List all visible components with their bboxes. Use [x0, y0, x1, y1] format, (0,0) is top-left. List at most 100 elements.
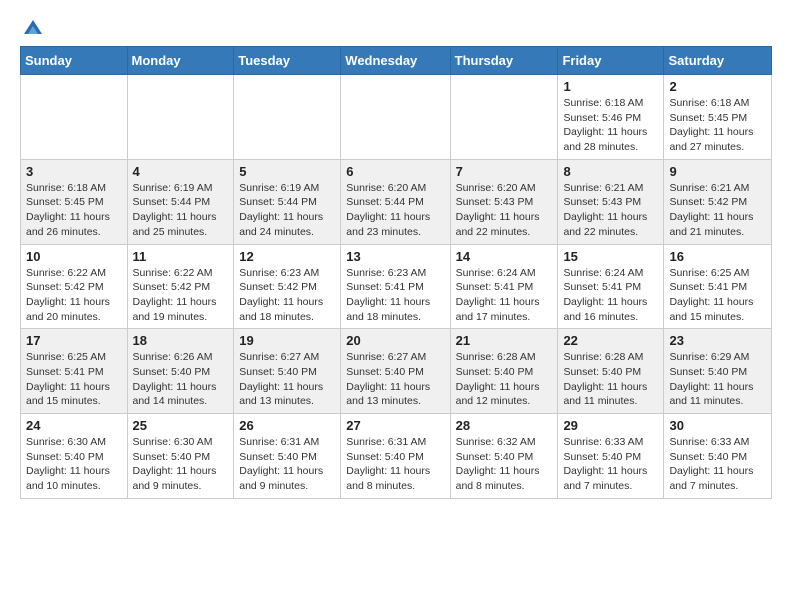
- calendar-cell: 8Sunrise: 6:21 AMSunset: 5:43 PMDaylight…: [558, 159, 664, 244]
- day-number: 14: [456, 249, 553, 264]
- calendar-cell: 24 Sunrise: 6:30 AMSunset: 5:40 PMDayligh…: [21, 414, 128, 499]
- day-info: Sunrise: 6:25 AMSunset: 5:41 PMDaylight:…: [669, 267, 753, 323]
- day-info: Sunrise: 6:18 AMSunset: 5:46 PMDaylight:…: [563, 97, 647, 153]
- day-info: Sunrise: 6:21 AMSunset: 5:43 PMDaylight:…: [563, 182, 647, 238]
- calendar-cell: 2 Sunrise: 6:18 AMSunset: 5:45 PMDaylight…: [664, 75, 772, 160]
- calendar-header-tuesday: Tuesday: [234, 47, 341, 75]
- day-info: Sunrise: 6:24 AMSunset: 5:41 PMDaylight:…: [456, 267, 540, 323]
- day-number: 1: [563, 79, 658, 94]
- day-number: 6: [346, 164, 444, 179]
- day-number: 2: [669, 79, 766, 94]
- calendar-cell: 27 Sunrise: 6:31 AMSunset: 5:40 PMDayligh…: [341, 414, 450, 499]
- calendar-cell: 29Sunrise: 6:33 AMSunset: 5:40 PMDayligh…: [558, 414, 664, 499]
- day-number: 28: [456, 418, 553, 433]
- calendar-cell: 9 Sunrise: 6:21 AMSunset: 5:42 PMDaylight…: [664, 159, 772, 244]
- calendar-cell: 17Sunrise: 6:25 AMSunset: 5:41 PMDayligh…: [21, 329, 128, 414]
- calendar-header-sunday: Sunday: [21, 47, 128, 75]
- calendar-cell: 21Sunrise: 6:28 AMSunset: 5:40 PMDayligh…: [450, 329, 558, 414]
- calendar-cell: 1 Sunrise: 6:18 AMSunset: 5:46 PMDaylight…: [558, 75, 664, 160]
- calendar-cell: 12Sunrise: 6:23 AMSunset: 5:42 PMDayligh…: [234, 244, 341, 329]
- calendar-header-wednesday: Wednesday: [341, 47, 450, 75]
- day-number: 16: [669, 249, 766, 264]
- calendar-cell: 5Sunrise: 6:19 AMSunset: 5:44 PMDaylight…: [234, 159, 341, 244]
- calendar: SundayMondayTuesdayWednesdayThursdayFrid…: [20, 46, 772, 499]
- calendar-cell: 3 Sunrise: 6:18 AMSunset: 5:45 PMDaylight…: [21, 159, 128, 244]
- day-info: Sunrise: 6:18 AMSunset: 5:45 PMDaylight:…: [669, 97, 753, 153]
- day-number: 10: [26, 249, 122, 264]
- day-number: 7: [456, 164, 553, 179]
- calendar-cell: 23 Sunrise: 6:29 AMSunset: 5:40 PMDayligh…: [664, 329, 772, 414]
- day-info: Sunrise: 6:33 AMSunset: 5:40 PMDaylight:…: [563, 436, 647, 492]
- day-number: 11: [133, 249, 229, 264]
- calendar-cell: [341, 75, 450, 160]
- day-info: Sunrise: 6:19 AMSunset: 5:44 PMDaylight:…: [239, 182, 323, 238]
- calendar-week-row: 10 Sunrise: 6:22 AMSunset: 5:42 PMDayligh…: [21, 244, 772, 329]
- logo: [20, 16, 44, 38]
- calendar-cell: [450, 75, 558, 160]
- day-info: Sunrise: 6:28 AMSunset: 5:40 PMDaylight:…: [563, 351, 647, 407]
- day-info: Sunrise: 6:19 AMSunset: 5:44 PMDaylight:…: [133, 182, 217, 238]
- calendar-cell: 7 Sunrise: 6:20 AMSunset: 5:43 PMDaylight…: [450, 159, 558, 244]
- calendar-cell: 26 Sunrise: 6:31 AMSunset: 5:40 PMDayligh…: [234, 414, 341, 499]
- day-info: Sunrise: 6:23 AMSunset: 5:42 PMDaylight:…: [239, 267, 323, 323]
- day-number: 15: [563, 249, 658, 264]
- day-info: Sunrise: 6:21 AMSunset: 5:42 PMDaylight:…: [669, 182, 753, 238]
- calendar-header-saturday: Saturday: [664, 47, 772, 75]
- day-number: 23: [669, 333, 766, 348]
- day-info: Sunrise: 6:33 AMSunset: 5:40 PMDaylight:…: [669, 436, 753, 492]
- day-info: Sunrise: 6:23 AMSunset: 5:41 PMDaylight:…: [346, 267, 430, 323]
- page: SundayMondayTuesdayWednesdayThursdayFrid…: [0, 0, 792, 612]
- day-info: Sunrise: 6:26 AMSunset: 5:40 PMDaylight:…: [133, 351, 217, 407]
- day-number: 19: [239, 333, 335, 348]
- calendar-week-row: 24 Sunrise: 6:30 AMSunset: 5:40 PMDayligh…: [21, 414, 772, 499]
- calendar-header-monday: Monday: [127, 47, 234, 75]
- calendar-cell: [234, 75, 341, 160]
- calendar-cell: 25Sunrise: 6:30 AMSunset: 5:40 PMDayligh…: [127, 414, 234, 499]
- day-info: Sunrise: 6:18 AMSunset: 5:45 PMDaylight:…: [26, 182, 110, 238]
- calendar-cell: 18Sunrise: 6:26 AMSunset: 5:40 PMDayligh…: [127, 329, 234, 414]
- day-info: Sunrise: 6:22 AMSunset: 5:42 PMDaylight:…: [133, 267, 217, 323]
- day-info: Sunrise: 6:29 AMSunset: 5:40 PMDaylight:…: [669, 351, 753, 407]
- day-info: Sunrise: 6:20 AMSunset: 5:43 PMDaylight:…: [456, 182, 540, 238]
- calendar-cell: 20 Sunrise: 6:27 AMSunset: 5:40 PMDayligh…: [341, 329, 450, 414]
- day-number: 22: [563, 333, 658, 348]
- header: [20, 16, 772, 38]
- day-number: 27: [346, 418, 444, 433]
- day-info: Sunrise: 6:28 AMSunset: 5:40 PMDaylight:…: [456, 351, 540, 407]
- day-info: Sunrise: 6:22 AMSunset: 5:42 PMDaylight:…: [26, 267, 110, 323]
- day-number: 30: [669, 418, 766, 433]
- calendar-header-row: SundayMondayTuesdayWednesdayThursdayFrid…: [21, 47, 772, 75]
- day-number: 3: [26, 164, 122, 179]
- day-number: 24: [26, 418, 122, 433]
- day-info: Sunrise: 6:31 AMSunset: 5:40 PMDaylight:…: [346, 436, 430, 492]
- calendar-cell: 10 Sunrise: 6:22 AMSunset: 5:42 PMDayligh…: [21, 244, 128, 329]
- day-info: Sunrise: 6:25 AMSunset: 5:41 PMDaylight:…: [26, 351, 110, 407]
- calendar-cell: [21, 75, 128, 160]
- day-info: Sunrise: 6:27 AMSunset: 5:40 PMDaylight:…: [346, 351, 430, 407]
- day-number: 20: [346, 333, 444, 348]
- calendar-cell: 22 Sunrise: 6:28 AMSunset: 5:40 PMDayligh…: [558, 329, 664, 414]
- day-info: Sunrise: 6:32 AMSunset: 5:40 PMDaylight:…: [456, 436, 540, 492]
- calendar-cell: 11 Sunrise: 6:22 AMSunset: 5:42 PMDayligh…: [127, 244, 234, 329]
- calendar-cell: [127, 75, 234, 160]
- calendar-cell: 4Sunrise: 6:19 AMSunset: 5:44 PMDaylight…: [127, 159, 234, 244]
- calendar-cell: 30 Sunrise: 6:33 AMSunset: 5:40 PMDayligh…: [664, 414, 772, 499]
- day-number: 25: [133, 418, 229, 433]
- day-number: 9: [669, 164, 766, 179]
- day-number: 26: [239, 418, 335, 433]
- calendar-cell: 19 Sunrise: 6:27 AMSunset: 5:40 PMDayligh…: [234, 329, 341, 414]
- calendar-cell: 28 Sunrise: 6:32 AMSunset: 5:40 PMDayligh…: [450, 414, 558, 499]
- calendar-week-row: 17Sunrise: 6:25 AMSunset: 5:41 PMDayligh…: [21, 329, 772, 414]
- day-number: 13: [346, 249, 444, 264]
- calendar-header-thursday: Thursday: [450, 47, 558, 75]
- calendar-cell: 16 Sunrise: 6:25 AMSunset: 5:41 PMDayligh…: [664, 244, 772, 329]
- day-info: Sunrise: 6:31 AMSunset: 5:40 PMDaylight:…: [239, 436, 323, 492]
- calendar-cell: 6 Sunrise: 6:20 AMSunset: 5:44 PMDaylight…: [341, 159, 450, 244]
- day-info: Sunrise: 6:30 AMSunset: 5:40 PMDaylight:…: [26, 436, 110, 492]
- day-info: Sunrise: 6:20 AMSunset: 5:44 PMDaylight:…: [346, 182, 430, 238]
- calendar-week-row: 3 Sunrise: 6:18 AMSunset: 5:45 PMDaylight…: [21, 159, 772, 244]
- day-info: Sunrise: 6:24 AMSunset: 5:41 PMDaylight:…: [563, 267, 647, 323]
- calendar-cell: 14 Sunrise: 6:24 AMSunset: 5:41 PMDayligh…: [450, 244, 558, 329]
- day-info: Sunrise: 6:27 AMSunset: 5:40 PMDaylight:…: [239, 351, 323, 407]
- calendar-week-row: 1 Sunrise: 6:18 AMSunset: 5:46 PMDaylight…: [21, 75, 772, 160]
